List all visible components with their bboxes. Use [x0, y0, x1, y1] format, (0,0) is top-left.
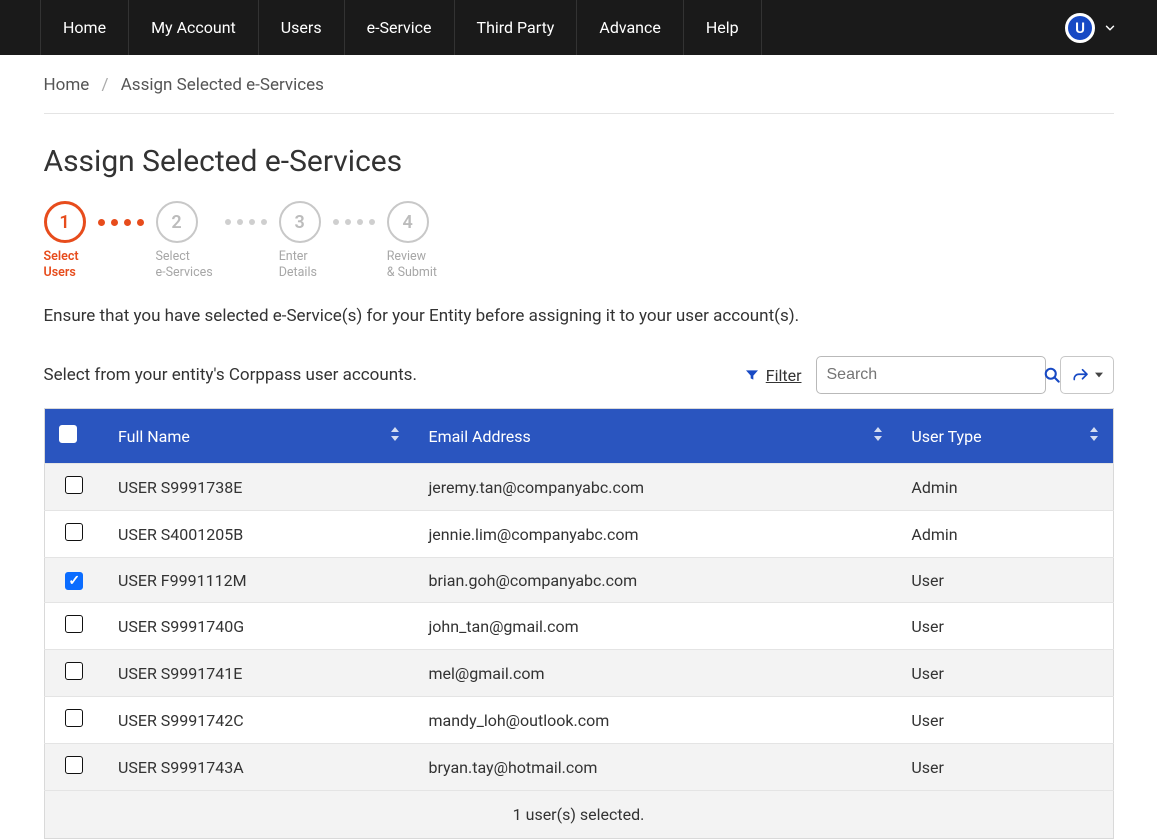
cell-email: jennie.lim@companyabc.com — [414, 511, 897, 558]
row-checkbox[interactable] — [65, 662, 83, 680]
cell-user-type: User — [897, 650, 1113, 697]
filter-button[interactable]: Filter — [744, 366, 802, 385]
step-circle: 1 — [44, 201, 86, 243]
col-full-name[interactable]: Full Name — [104, 409, 414, 464]
toolbar-left-text: Select from your entity's Corppass user … — [44, 365, 730, 385]
caret-down-icon — [1095, 371, 1103, 379]
step-4[interactable]: 4 Review& Submit — [387, 201, 437, 280]
step-1[interactable]: 1 SelectUsers — [44, 201, 86, 280]
col-email-label: Email Address — [428, 427, 530, 446]
table-row[interactable]: USER S9991741Emel@gmail.comUser — [44, 650, 1113, 697]
cell-full-name: USER S9991740G — [104, 603, 414, 650]
sort-icon — [390, 427, 400, 441]
col-full-name-label: Full Name — [118, 427, 190, 446]
nav-item-home[interactable]: Home — [40, 0, 129, 55]
cell-full-name: USER S9991741E — [104, 650, 414, 697]
search-icon — [1042, 365, 1062, 385]
breadcrumb-current: Assign Selected e-Services — [121, 75, 324, 95]
cell-email: brian.goh@companyabc.com — [414, 558, 897, 603]
step-label: Selecte-Services — [156, 249, 213, 280]
cell-user-type: Admin — [897, 464, 1113, 511]
nav-left: HomeMy AccountUserse-ServiceThird PartyA… — [40, 0, 762, 55]
search-field[interactable] — [816, 356, 1046, 394]
cell-email: jeremy.tan@companyabc.com — [414, 464, 897, 511]
cell-email: mel@gmail.com — [414, 650, 897, 697]
export-icon — [1071, 366, 1091, 384]
step-connector — [225, 201, 267, 243]
avatar-initial: U — [1075, 19, 1085, 37]
cell-user-type: User — [897, 603, 1113, 650]
breadcrumb-home[interactable]: Home — [44, 75, 90, 95]
step-connector — [333, 201, 375, 243]
users-table: Full Name Email Address User Type — [44, 408, 1114, 839]
step-connector — [98, 201, 144, 243]
step-label: Review& Submit — [387, 249, 437, 280]
row-checkbox[interactable] — [65, 476, 83, 494]
cell-email: john_tan@gmail.com — [414, 603, 897, 650]
col-email[interactable]: Email Address — [414, 409, 897, 464]
cell-full-name: USER F9991112M — [104, 558, 414, 603]
nav-item-third-party[interactable]: Third Party — [455, 0, 578, 55]
col-checkbox — [44, 409, 104, 464]
row-checkbox[interactable] — [65, 523, 83, 541]
step-3[interactable]: 3 EnterDetails — [279, 201, 321, 280]
row-checkbox[interactable] — [65, 572, 83, 590]
table-row[interactable]: USER F9991112Mbrian.goh@companyabc.comUs… — [44, 558, 1113, 603]
page-title: Assign Selected e-Services — [44, 144, 1114, 179]
table-row[interactable]: USER S9991740Gjohn_tan@gmail.comUser — [44, 603, 1113, 650]
breadcrumb-separator: / — [93, 75, 116, 95]
nav-item-users[interactable]: Users — [259, 0, 345, 55]
step-label: EnterDetails — [279, 249, 317, 280]
search-input[interactable] — [827, 366, 1034, 384]
top-nav: HomeMy AccountUserse-ServiceThird PartyA… — [0, 0, 1157, 55]
cell-user-type: User — [897, 697, 1113, 744]
row-checkbox[interactable] — [65, 615, 83, 633]
cell-user-type: User — [897, 558, 1113, 603]
sort-icon — [1089, 427, 1099, 441]
avatar: U — [1065, 13, 1095, 43]
nav-item-my-account[interactable]: My Account — [129, 0, 259, 55]
cell-user-type: Admin — [897, 511, 1113, 558]
cell-user-type: User — [897, 744, 1113, 791]
cell-full-name: USER S9991742C — [104, 697, 414, 744]
table-row[interactable]: USER S9991738Ejeremy.tan@companyabc.comA… — [44, 464, 1113, 511]
step-circle: 3 — [279, 201, 321, 243]
filter-label: Filter — [766, 366, 802, 385]
wizard-steps: 1 SelectUsers 2 Selecte-Services 3 EnterDetai… — [44, 201, 1114, 280]
nav-item-advance[interactable]: Advance — [577, 0, 684, 55]
cell-email: mandy_loh@outlook.com — [414, 697, 897, 744]
table-footer: 1 user(s) selected. — [44, 791, 1113, 839]
export-button[interactable] — [1060, 356, 1114, 394]
step-circle: 2 — [156, 201, 198, 243]
nav-item-help[interactable]: Help — [684, 0, 762, 55]
step-2[interactable]: 2 Selecte-Services — [156, 201, 213, 280]
sort-icon — [873, 427, 883, 441]
filter-icon — [744, 367, 760, 383]
cell-full-name: USER S9991743A — [104, 744, 414, 791]
nav-right: U — [1065, 0, 1117, 55]
row-checkbox[interactable] — [65, 756, 83, 774]
select-all-checkbox[interactable] — [59, 425, 77, 443]
table-row[interactable]: USER S4001205Bjennie.lim@companyabc.comA… — [44, 511, 1113, 558]
col-user-type-label: User Type — [911, 427, 981, 446]
step-circle: 4 — [387, 201, 429, 243]
cell-full-name: USER S9991738E — [104, 464, 414, 511]
table-toolbar: Select from your entity's Corppass user … — [44, 356, 1114, 394]
col-user-type[interactable]: User Type — [897, 409, 1113, 464]
user-menu[interactable]: U — [1065, 13, 1117, 43]
row-checkbox[interactable] — [65, 709, 83, 727]
step-label: SelectUsers — [44, 249, 79, 280]
chevron-down-icon — [1103, 21, 1117, 35]
table-row[interactable]: USER S9991742Cmandy_loh@outlook.comUser — [44, 697, 1113, 744]
cell-full-name: USER S4001205B — [104, 511, 414, 558]
help-text: Ensure that you have selected e-Service(… — [44, 306, 1114, 326]
table-row[interactable]: USER S9991743Abryan.tay@hotmail.comUser — [44, 744, 1113, 791]
breadcrumb: Home / Assign Selected e-Services — [44, 55, 1114, 114]
nav-item-e-service[interactable]: e-Service — [345, 0, 455, 55]
cell-email: bryan.tay@hotmail.com — [414, 744, 897, 791]
